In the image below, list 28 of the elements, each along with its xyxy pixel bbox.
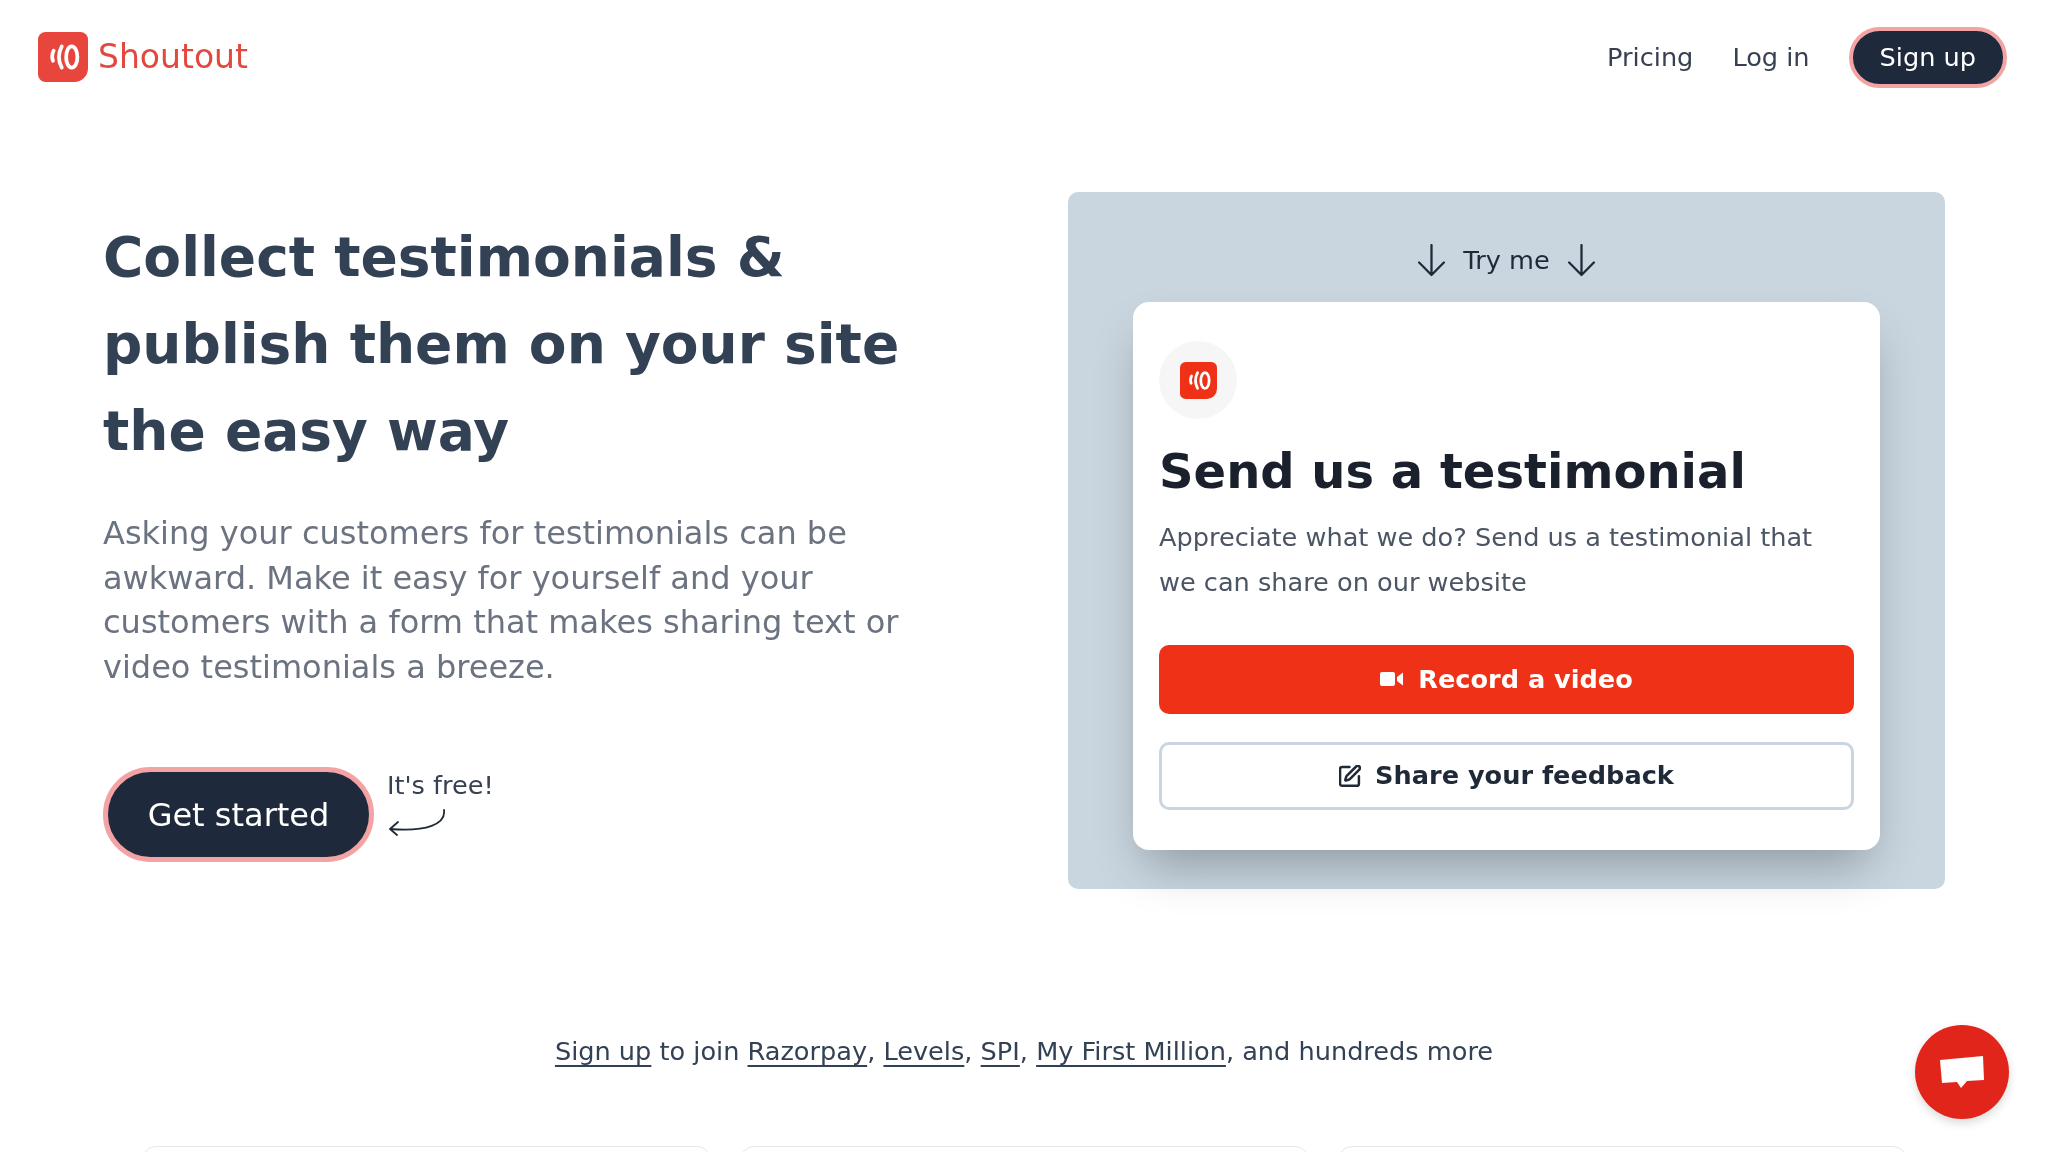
nav-link[interactable]: Pricing [1607,37,1694,77]
link[interactable]: Razorpay [747,1036,868,1066]
logo-link[interactable]: Shoutout [38,32,248,82]
logo-icon [38,32,88,82]
arrow-down-icon [1566,244,1596,277]
hero-heading: Collect testimonials & publish them on your site the easy way [103,224,901,465]
share-feedback-button[interactable]: Share your feedback [1159,741,1854,810]
link[interactable]: Levels [883,1036,965,1066]
chat-bubble-icon [1939,1055,1985,1089]
edit-icon [1339,764,1362,787]
hero-description: Asking your customers for testimonials can be awkward. Make it easy for yourself and your customers with a form that makes sharing text or video testimonials a breeze. [103,513,900,688]
record-video-button[interactable]: Record a video [1159,644,1854,714]
logo-icon [1179,361,1217,399]
link[interactable]: My First Million [1036,1036,1226,1066]
link[interactable]: Sign up [554,1036,652,1066]
form-title: Send us a testimonial [1159,442,1747,501]
nav-link[interactable]: Log in [1732,37,1810,77]
form-description: Appreciate what we do? Send us a testimonial that we can share on our website [1159,521,1814,599]
link[interactable]: SPI [980,1036,1020,1066]
try-me-label: Try me [1463,244,1550,278]
get-started-button[interactable]: Get started [103,767,374,863]
sign-up-button[interactable]: Sign up [1848,26,2007,88]
social-proof-text: Sign up to join Razorpay, Levels, SPI, My First Million, and hundreds more [553,1035,1495,1068]
curved-arrow-icon [387,809,447,837]
video-camera-icon [1380,671,1405,688]
chat-button[interactable] [1915,1025,2009,1119]
arrow-down-icon [1417,244,1447,277]
free-note: It's free! [387,769,494,802]
